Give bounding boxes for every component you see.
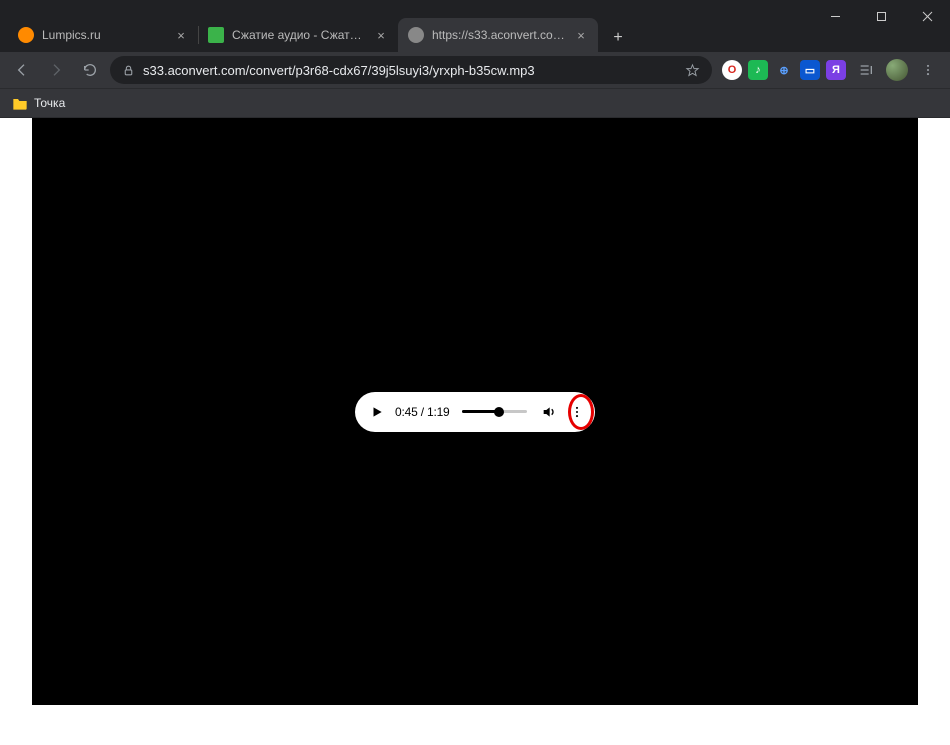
chrome-menu-button[interactable] (914, 56, 942, 84)
tab-title: Сжатие аудио - Сжатие файлов (232, 28, 366, 42)
duration: 1:19 (427, 405, 450, 419)
reload-icon (82, 62, 98, 78)
audio-player: 0:45 / 1:19 (355, 392, 595, 432)
globe-icon (408, 27, 424, 43)
window-controls (812, 0, 950, 32)
minimize-icon (830, 11, 841, 22)
ext-purple[interactable]: Я (826, 60, 846, 80)
tab-title: Lumpics.ru (42, 28, 166, 42)
maximize-icon (876, 11, 887, 22)
browser-window: Lumpics.ru × Сжатие аудио - Сжатие файло… (0, 0, 950, 745)
media-background: 0:45 / 1:19 (32, 118, 918, 705)
close-icon[interactable]: × (374, 28, 388, 42)
reload-button[interactable] (76, 56, 104, 84)
page-viewport: 0:45 / 1:19 (0, 118, 950, 745)
arrow-left-icon (14, 62, 30, 78)
arrow-right-icon (48, 62, 64, 78)
play-button[interactable] (367, 402, 387, 422)
volume-icon (541, 404, 557, 420)
bookmark-folder[interactable]: Точка (12, 96, 65, 110)
player-menu-button[interactable] (567, 402, 587, 422)
folder-icon (12, 96, 28, 110)
extension-icons: O ♪ ⊕ ▭ Я (722, 60, 846, 80)
tab-lumpics[interactable]: Lumpics.ru × (8, 18, 198, 52)
reading-list-icon (858, 62, 874, 78)
reading-list-button[interactable] (852, 56, 880, 84)
url-text: s33.aconvert.com/convert/p3r68-cdx67/39j… (143, 63, 677, 78)
kebab-icon (570, 405, 584, 419)
profile-avatar[interactable] (886, 59, 908, 81)
tab-audio-file[interactable]: https://s33.aconvert.com/convert × (398, 18, 598, 52)
ext-note[interactable]: ▭ (800, 60, 820, 80)
play-icon (370, 405, 384, 419)
ext-green[interactable]: ♪ (748, 60, 768, 80)
bookmark-label: Точка (34, 96, 65, 110)
seek-thumb[interactable] (494, 407, 504, 417)
kebab-icon (921, 63, 935, 77)
window-maximize-button[interactable] (858, 0, 904, 32)
tab-title: https://s33.aconvert.com/convert (432, 28, 566, 42)
window-close-button[interactable] (904, 0, 950, 32)
bookmarks-bar: Точка (0, 88, 950, 118)
close-icon (922, 11, 933, 22)
new-tab-button[interactable]: + (604, 24, 632, 52)
chrome-top-strip: Lumpics.ru × Сжатие аудио - Сжатие файло… (0, 0, 950, 52)
favicon-lumpics (18, 27, 34, 43)
address-bar[interactable]: s33.aconvert.com/convert/p3r68-cdx67/39j… (110, 56, 712, 84)
star-icon[interactable] (685, 63, 700, 78)
seek-slider[interactable] (462, 410, 527, 413)
time-separator: / (418, 405, 427, 419)
forward-button[interactable] (42, 56, 70, 84)
current-time: 0:45 (395, 405, 418, 419)
volume-button[interactable] (539, 402, 559, 422)
toolbar: s33.aconvert.com/convert/p3r68-cdx67/39j… (0, 52, 950, 88)
window-minimize-button[interactable] (812, 0, 858, 32)
lock-icon (122, 64, 135, 77)
back-button[interactable] (8, 56, 36, 84)
favicon-aconvert-page (208, 27, 224, 43)
ext-adblock[interactable]: O (722, 60, 742, 80)
plus-icon: + (613, 29, 622, 47)
tabs-row: Lumpics.ru × Сжатие аудио - Сжатие файло… (0, 18, 950, 52)
close-icon[interactable]: × (574, 28, 588, 42)
time-display: 0:45 / 1:19 (395, 405, 450, 419)
ext-circle[interactable]: ⊕ (774, 60, 794, 80)
close-icon[interactable]: × (174, 28, 188, 42)
tab-aconvert-page[interactable]: Сжатие аудио - Сжатие файлов × (198, 18, 398, 52)
